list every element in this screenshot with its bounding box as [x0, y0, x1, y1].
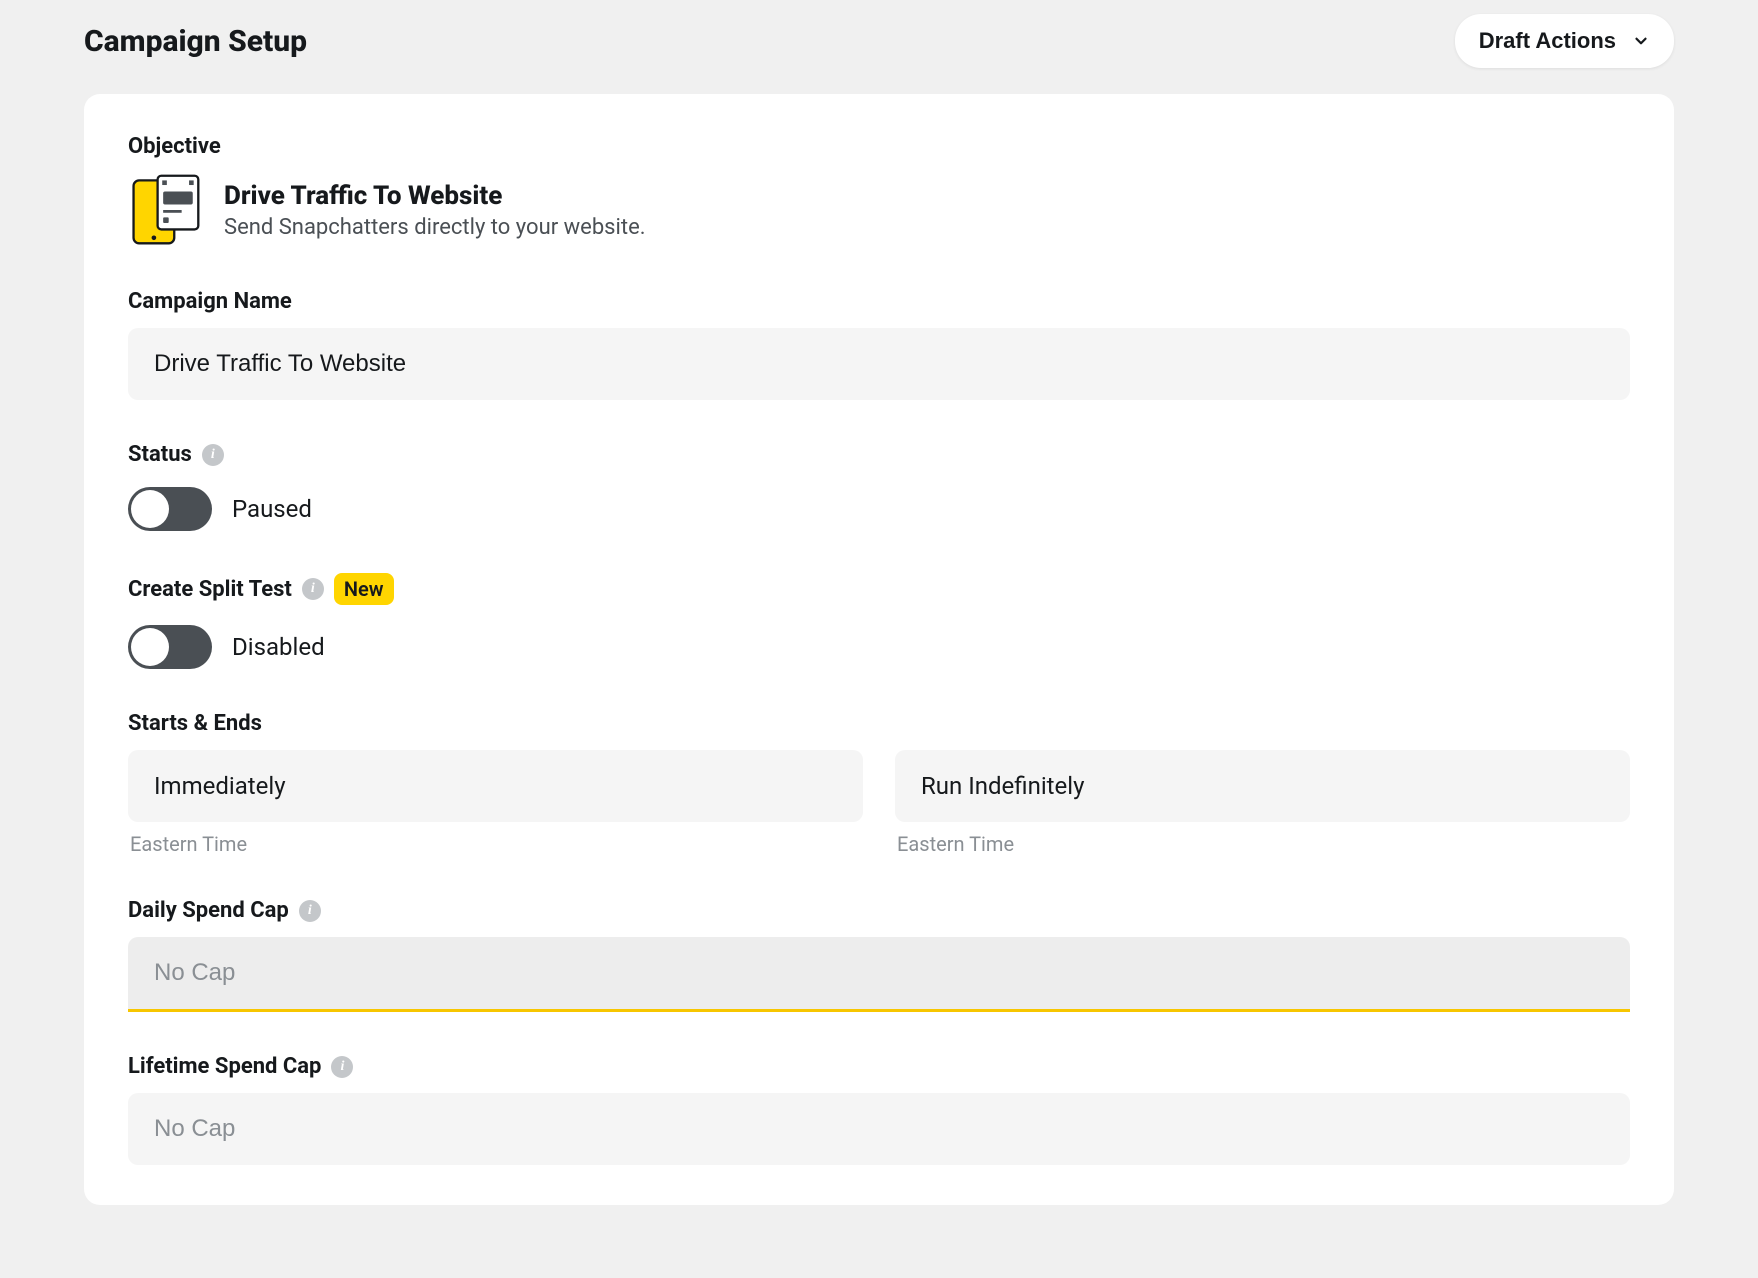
- split-test-value: Disabled: [232, 633, 325, 661]
- campaign-name-input[interactable]: [128, 328, 1630, 400]
- status-value: Paused: [232, 495, 312, 523]
- info-icon[interactable]: i: [202, 444, 224, 466]
- end-date-select[interactable]: Run Indefinitely: [895, 750, 1630, 822]
- objective-section: Objective Drive Traffic To Website Send …: [128, 134, 1630, 247]
- start-timezone-text: Eastern Time: [128, 832, 863, 856]
- daily-spend-cap-section: Daily Spend Cap i: [128, 898, 1630, 1012]
- objective-title: Drive Traffic To Website: [224, 181, 646, 211]
- traffic-website-icon: [128, 173, 202, 247]
- starts-ends-label: Starts & Ends: [128, 711, 1630, 736]
- daily-spend-cap-label: Daily Spend Cap: [128, 898, 289, 923]
- info-icon[interactable]: i: [331, 1056, 353, 1078]
- new-badge: New: [334, 573, 394, 605]
- starts-ends-section: Starts & Ends Immediately Eastern Time R…: [128, 711, 1630, 856]
- objective-description: Send Snapchatters directly to your websi…: [224, 215, 646, 240]
- split-test-toggle[interactable]: [128, 625, 212, 669]
- status-label: Status: [128, 442, 192, 467]
- toggle-knob: [131, 490, 169, 528]
- info-icon[interactable]: i: [299, 900, 321, 922]
- draft-actions-label: Draft Actions: [1479, 28, 1616, 54]
- status-section: Status i Paused: [128, 442, 1630, 531]
- campaign-name-label: Campaign Name: [128, 289, 1630, 314]
- lifetime-spend-cap-input[interactable]: [128, 1093, 1630, 1165]
- status-toggle[interactable]: [128, 487, 212, 531]
- start-date-select[interactable]: Immediately: [128, 750, 863, 822]
- objective-label: Objective: [128, 134, 1630, 159]
- toggle-knob: [131, 628, 169, 666]
- daily-spend-cap-input[interactable]: [128, 937, 1630, 1012]
- chevron-down-icon: [1632, 32, 1650, 50]
- split-test-section: Create Split Test i New Disabled: [128, 573, 1630, 669]
- lifetime-spend-cap-label: Lifetime Spend Cap: [128, 1054, 321, 1079]
- split-test-label: Create Split Test: [128, 577, 292, 602]
- campaign-name-section: Campaign Name: [128, 289, 1630, 400]
- end-timezone-text: Eastern Time: [895, 832, 1630, 856]
- campaign-setup-card: Objective Drive Traffic To Website Send …: [84, 94, 1674, 1205]
- info-icon[interactable]: i: [302, 578, 324, 600]
- draft-actions-button[interactable]: Draft Actions: [1455, 14, 1674, 68]
- page-title: Campaign Setup: [84, 24, 307, 59]
- lifetime-spend-cap-section: Lifetime Spend Cap i: [128, 1054, 1630, 1165]
